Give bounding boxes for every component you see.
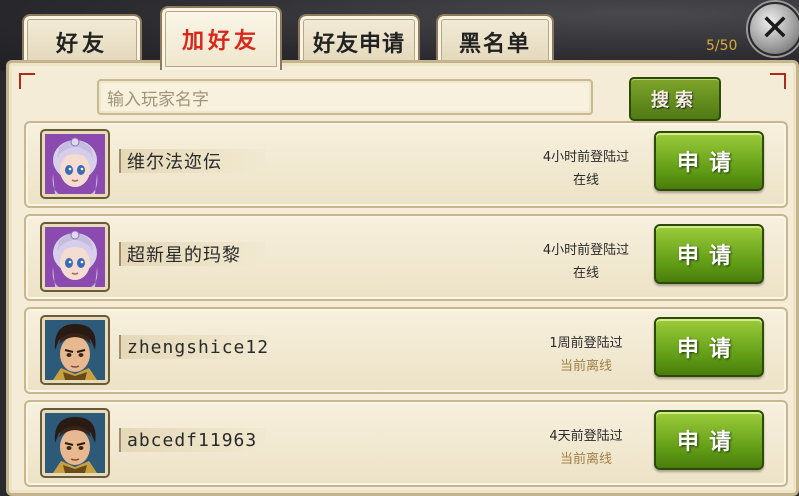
close-button[interactable]: ✕	[748, 2, 799, 56]
search-placeholder: 输入玩家名字	[107, 89, 209, 110]
apply-button-label: 申请	[676, 150, 741, 176]
apply-button-label: 申请	[676, 243, 741, 269]
tab-add-friend[interactable]: 加好友	[160, 6, 282, 70]
tab-blacklist-label: 黑名单	[458, 31, 531, 57]
apply-button-label: 申请	[676, 336, 741, 362]
apply-button[interactable]: 申请	[654, 131, 764, 191]
corner-ornament	[19, 73, 35, 89]
player-row: 维尔法迩伝 4小时前登陆过 在线 申请	[24, 121, 788, 208]
apply-button-label: 申请	[676, 429, 741, 455]
tab-friend-requests-label: 好友申请	[312, 31, 405, 57]
add-friend-panel: 输入玩家名字 搜索 维尔法迩伝 4小时前登陆过 在线 申请 超新星的玛黎 4小时…	[6, 60, 799, 496]
apply-button[interactable]: 申请	[654, 224, 764, 284]
player-row: zhengshice12 1周前登陆过 当前离线 申请	[24, 307, 788, 394]
apply-button[interactable]: 申请	[654, 317, 764, 377]
tab-add-friend-label: 加好友	[181, 28, 260, 54]
search-button[interactable]: 搜索	[629, 77, 721, 121]
player-row: 超新星的玛黎 4小时前登陆过 在线 申请	[24, 214, 788, 301]
player-name: zhengshice12	[119, 335, 268, 359]
player-row: abcedf11963 4天前登陆过 当前离线 申请	[24, 400, 788, 487]
player-name-search-input[interactable]: 输入玩家名字	[97, 79, 593, 115]
female-mage-avatar[interactable]	[40, 222, 110, 292]
corner-ornament	[770, 73, 786, 89]
search-button-label: 搜索	[651, 90, 699, 111]
male-warrior-avatar[interactable]	[40, 408, 110, 478]
friend-count: 5/50	[706, 38, 738, 54]
tab-friends-label: 好友	[55, 31, 108, 57]
player-name: 超新星的玛黎	[119, 242, 265, 266]
close-x-icon: ✕	[759, 8, 791, 49]
male-warrior-avatar[interactable]	[40, 315, 110, 385]
female-mage-avatar[interactable]	[40, 129, 110, 199]
player-name: 维尔法迩伝	[119, 149, 265, 173]
player-name: abcedf11963	[119, 428, 265, 452]
apply-button[interactable]: 申请	[654, 410, 764, 470]
